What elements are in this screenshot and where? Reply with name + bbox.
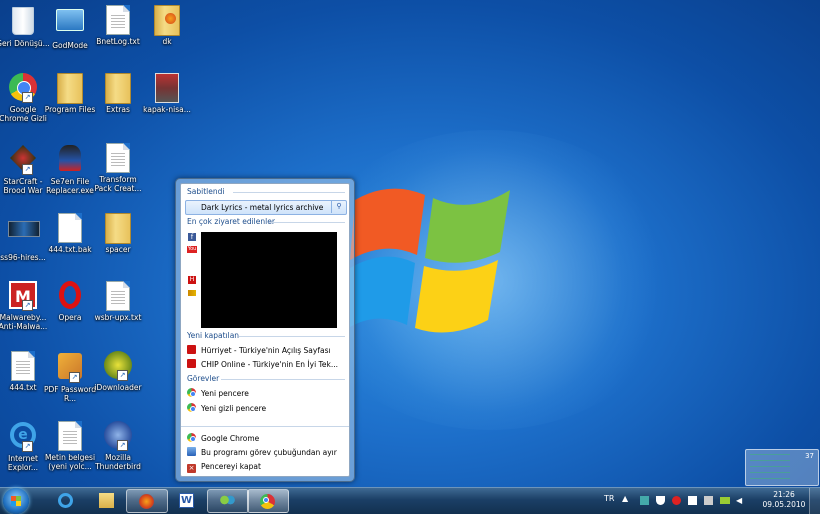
- network-icon[interactable]: [640, 496, 649, 505]
- messenger-icon: [220, 494, 235, 509]
- divider: [233, 192, 345, 193]
- show-hidden-icons-icon[interactable]: ▲: [622, 494, 628, 503]
- ninja-app-icon: [55, 145, 85, 175]
- jump-list-panel: Sabitlendi Dark Lyrics - metal lyrics ar…: [180, 183, 350, 477]
- folder-icon: [103, 213, 133, 244]
- facebook-icon[interactable]: f: [188, 233, 196, 241]
- windows-start-icon: [11, 496, 21, 506]
- recent-item-chip[interactable]: CHIP Online - Türkiye'nin En İyi Tek...: [187, 358, 338, 371]
- pinned-header: Sabitlendi: [187, 187, 225, 196]
- desktop-icon-bnetlog[interactable]: BnetLog.txt: [90, 5, 146, 46]
- opera-icon: [55, 281, 85, 311]
- recycle-bin-icon: [8, 7, 38, 37]
- internet-explorer-icon: [58, 493, 73, 508]
- windows-logo-icon: [345, 188, 510, 333]
- text-file-icon: [55, 213, 85, 243]
- show-desktop-button[interactable]: [809, 488, 820, 514]
- word-icon: W: [179, 493, 194, 508]
- flag-icon[interactable]: [688, 496, 697, 505]
- hurriyet-icon[interactable]: H: [188, 276, 196, 284]
- pdf-tool-icon: ↗: [55, 353, 85, 383]
- antivirus-icon[interactable]: [672, 496, 681, 505]
- firefox-icon: [139, 494, 154, 509]
- tasks-header: Görevler: [187, 374, 220, 383]
- chrome-jump-list: Sabitlendi Dark Lyrics - metal lyrics ar…: [175, 178, 355, 482]
- divider: [239, 336, 345, 337]
- text-file-icon: [8, 351, 38, 381]
- chrome-icon: [187, 433, 196, 442]
- app-item-google-chrome[interactable]: Google Chrome: [187, 432, 259, 445]
- close-icon: ×: [187, 464, 196, 473]
- clock[interactable]: 21:26 09.05.2010: [762, 490, 806, 510]
- recently-closed-header: Yeni kapatılan: [187, 331, 240, 340]
- divider: [221, 379, 345, 380]
- desktop-icon-kapak[interactable]: kapak-nisa...: [139, 73, 195, 114]
- desktop-icon-thunderbird[interactable]: ↗ Mozilla Thunderbird: [90, 421, 146, 471]
- text-file-icon: [55, 421, 85, 451]
- folder-icon: [99, 493, 114, 508]
- firefox-folder-icon: [152, 5, 182, 36]
- desktop-icon-spacer[interactable]: spacer: [90, 213, 146, 254]
- taskbar-word[interactable]: W: [167, 489, 207, 511]
- chip-icon: [187, 359, 196, 368]
- desktop-gadget[interactable]: 37: [745, 449, 819, 486]
- taskbar-firefox[interactable]: [126, 489, 168, 513]
- security-shield-icon[interactable]: [656, 496, 665, 505]
- taskbar-chrome[interactable]: [247, 489, 289, 513]
- taskbar-internet-explorer[interactable]: [46, 489, 86, 511]
- chrome-icon: [187, 388, 196, 397]
- gadget-value: 37: [805, 452, 814, 460]
- chrome-icon: ↗: [8, 73, 38, 103]
- device-icon[interactable]: [704, 496, 713, 505]
- text-file-icon: [103, 281, 133, 311]
- unpin-icon[interactable]: ⚲: [331, 200, 346, 213]
- internet-explorer-icon: e ↗: [8, 422, 38, 452]
- downloader-icon: ↗: [103, 351, 133, 381]
- folder-icon: [55, 73, 85, 104]
- task-new-window[interactable]: Yeni pencere: [187, 387, 249, 400]
- clock-date: 09.05.2010: [762, 500, 806, 509]
- desktop-icon-dk[interactable]: dk: [139, 5, 195, 46]
- divider: [269, 222, 345, 223]
- youtube-icon[interactable]: You: [187, 246, 197, 253]
- redacted-most-visited: [201, 232, 337, 328]
- desktop: Geri Dönüşü... GodMode BnetLog.txt dk ↗ …: [0, 0, 820, 487]
- bookmark-icon[interactable]: [188, 290, 196, 296]
- volume-icon[interactable]: ◀: [736, 496, 742, 505]
- taskbar: W TR ▲ ◀ 21:26 09.05.2010: [0, 487, 820, 514]
- image-file-icon: [152, 73, 182, 103]
- app-item-unpin[interactable]: Bu programı görev çubuğundan ayır: [187, 446, 337, 459]
- desktop-icon-wsbr[interactable]: wsbr-upx.txt: [90, 281, 146, 322]
- gadget-graph: [750, 454, 790, 480]
- taskbar-explorer[interactable]: [87, 489, 127, 511]
- language-indicator[interactable]: TR: [604, 494, 614, 503]
- starcraft-icon: ↗: [8, 145, 38, 175]
- most-visited-header: En çok ziyaret edilenler: [187, 217, 275, 226]
- recent-item-hurriyet[interactable]: Hürriyet - Türkiye'nin Açılış Sayfası: [187, 344, 331, 357]
- app-section-divider: [181, 426, 349, 427]
- taskbar-messenger[interactable]: [207, 489, 249, 513]
- image-file-icon: [8, 221, 40, 251]
- app-item-close-window[interactable]: × Pencereyi kapat: [187, 460, 261, 473]
- start-button[interactable]: [3, 488, 29, 514]
- desktop-icon-extras[interactable]: Extras: [90, 73, 146, 114]
- text-file-icon: [103, 143, 133, 173]
- desktop-icon-idownloader[interactable]: ↗ iDownloader: [90, 351, 146, 392]
- control-panel-icon: [55, 9, 85, 39]
- unpin-icon: [187, 447, 196, 456]
- system-tray: ▲ ◀: [622, 494, 762, 508]
- chrome-icon: [260, 494, 275, 509]
- pinned-item-label: Dark Lyrics - metal lyrics archive: [201, 203, 324, 212]
- hurriyet-icon: [187, 345, 196, 354]
- chrome-icon: [187, 403, 196, 412]
- desktop-icon-transform-pack[interactable]: Transform Pack Creat...: [90, 143, 146, 193]
- task-new-incognito-window[interactable]: Yeni gizli pencere: [187, 402, 266, 415]
- pinned-item[interactable]: Dark Lyrics - metal lyrics archive ⚲: [185, 200, 347, 215]
- folder-icon: [103, 73, 133, 104]
- clock-time: 21:26: [773, 490, 795, 499]
- text-file-icon: [103, 5, 133, 35]
- battery-icon[interactable]: [720, 497, 730, 504]
- malwarebytes-icon: M ↗: [8, 281, 38, 311]
- thunderbird-icon: ↗: [103, 421, 133, 451]
